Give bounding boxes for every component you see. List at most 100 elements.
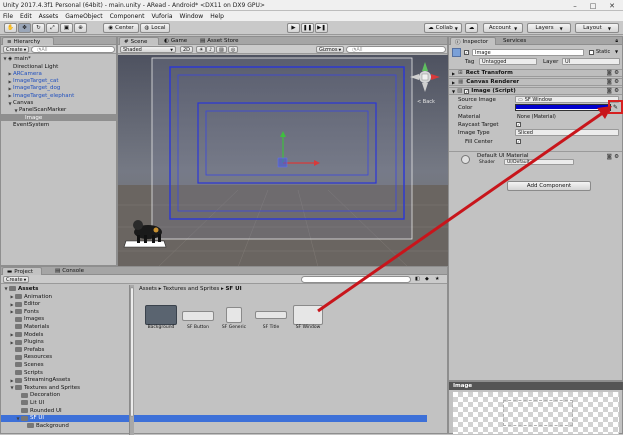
- hidden-objects-toggle[interactable]: ◎: [228, 46, 239, 53]
- scene-search-input[interactable]: ◔All: [346, 46, 446, 53]
- project-create-button[interactable]: Create ▼: [3, 276, 30, 283]
- hand-tool-button[interactable]: ✋: [4, 23, 17, 33]
- filter-label-icon[interactable]: ◆: [425, 276, 429, 282]
- layers-dropdown[interactable]: Layers ▼: [527, 23, 571, 33]
- tree-scrollbar-thumb[interactable]: [130, 287, 134, 417]
- image-type-dropdown[interactable]: Sliced: [515, 129, 619, 136]
- static-checkbox[interactable]: [589, 50, 594, 55]
- layout-dropdown[interactable]: Layout ▼: [575, 23, 619, 33]
- gear-icon[interactable]: ⚙: [614, 79, 619, 85]
- folder-tree-item[interactable]: Lit UI: [1, 399, 427, 406]
- pivot-center-toggle[interactable]: ◉ Center: [103, 23, 139, 33]
- rect-transform-header[interactable]: ▶ ⊞ Rect Transform ◙ ⚙: [449, 69, 622, 77]
- folder-tree-item[interactable]: ▼ Textures and Sprites: [1, 384, 427, 391]
- menu-gameobject[interactable]: GameObject: [65, 13, 102, 20]
- hierarchy-item[interactable]: Image: [1, 114, 116, 122]
- help-icon[interactable]: ◙: [607, 79, 612, 85]
- material-asset-header[interactable]: Default UI Material Shader UI/Default ◙ ⚙: [449, 151, 622, 165]
- canvas-renderer-header[interactable]: ▶ ▦ Canvas Renderer ◙ ⚙: [449, 78, 622, 86]
- help-icon[interactable]: ◙: [607, 154, 612, 160]
- help-icon[interactable]: ◙: [607, 70, 612, 76]
- tab-scene[interactable]: # Scene: [119, 37, 159, 45]
- tab-inspector[interactable]: ⓘ Inspector: [450, 37, 496, 46]
- object-name-field[interactable]: Image: [472, 49, 584, 56]
- color-swatch[interactable]: [515, 104, 611, 111]
- hierarchy-search-input[interactable]: ◔All: [31, 46, 115, 53]
- hierarchy-item[interactable]: ▶ ImageTarget_cat: [1, 78, 116, 85]
- gear-icon[interactable]: ⚙: [614, 88, 619, 94]
- tag-dropdown[interactable]: Untagged: [479, 58, 537, 65]
- audio-toggle[interactable]: ♪: [206, 46, 216, 53]
- folder-tree-item[interactable]: ▼ SF UI: [1, 414, 427, 422]
- folder-tree-item[interactable]: Scenes: [1, 361, 427, 368]
- hierarchy-item[interactable]: ▶ ImageTarget_elephant: [1, 92, 116, 99]
- folder-tree-item[interactable]: Scripts: [1, 369, 427, 376]
- raycast-checkbox[interactable]: ✓: [516, 122, 521, 127]
- minimize-button[interactable]: –: [568, 1, 582, 10]
- folder-tree-item[interactable]: Resources: [1, 354, 427, 361]
- active-checkbox[interactable]: ✓: [464, 50, 469, 55]
- breadcrumb-assets[interactable]: Assets: [139, 286, 157, 292]
- source-image-field[interactable]: ▭ SF Window: [515, 96, 619, 103]
- pause-button[interactable]: ❚❚: [301, 23, 314, 33]
- rotate-tool-button[interactable]: ↻: [32, 23, 45, 33]
- lighting-toggle[interactable]: ☀: [196, 46, 207, 53]
- hierarchy-item[interactable]: ▼ PanelScanMarker: [1, 107, 116, 114]
- folder-tree-item[interactable]: Rounded UI: [1, 407, 427, 414]
- fill-center-checkbox[interactable]: ✓: [516, 139, 521, 144]
- project-search-input[interactable]: [301, 276, 411, 283]
- account-dropdown[interactable]: Account ▼: [483, 23, 523, 33]
- help-icon[interactable]: ◙: [607, 88, 612, 94]
- breadcrumb-textures[interactable]: Textures and Sprites: [163, 286, 219, 292]
- layer-dropdown[interactable]: UI: [562, 58, 620, 65]
- hierarchy-item[interactable]: EventSystem: [1, 121, 116, 128]
- menu-file[interactable]: File: [3, 13, 13, 20]
- shading-mode-dropdown[interactable]: Shaded ▼: [120, 46, 176, 53]
- step-button[interactable]: ▶❚: [315, 23, 328, 33]
- menu-help[interactable]: Help: [210, 13, 224, 20]
- shader-dropdown[interactable]: UI/Default: [504, 159, 574, 165]
- cloud-services-button[interactable]: ☁: [465, 23, 478, 33]
- lock-icon[interactable]: 🔒︎: [615, 38, 618, 44]
- gear-icon[interactable]: ⚙: [614, 70, 619, 76]
- menu-vuforia[interactable]: Vuforia: [151, 13, 172, 20]
- scene-viewport[interactable]: [118, 55, 449, 267]
- menu-edit[interactable]: Edit: [20, 13, 32, 20]
- effects-toggle[interactable]: ▨: [216, 46, 227, 53]
- move-tool-button[interactable]: ✥: [18, 23, 31, 33]
- 2d-toggle[interactable]: 2D: [180, 46, 194, 53]
- asset-sf-window[interactable]: SF Window: [290, 305, 326, 330]
- star-icon[interactable]: ★: [435, 276, 439, 282]
- material-field[interactable]: None (Material): [515, 113, 619, 120]
- menu-component[interactable]: Component: [110, 13, 145, 20]
- asset-sf-button[interactable]: SF Button: [180, 305, 216, 330]
- add-component-button[interactable]: Add Component: [507, 181, 591, 191]
- hierarchy-item[interactable]: ▼ Canvas: [1, 100, 116, 107]
- asset-background-folder[interactable]: Background: [143, 305, 179, 330]
- menu-assets[interactable]: Assets: [39, 13, 59, 20]
- chevron-down-icon[interactable]: ▼: [615, 49, 618, 54]
- folder-tree-item[interactable]: ▶ Animation: [1, 293, 427, 300]
- folder-tree-item[interactable]: Prefabs: [1, 346, 427, 353]
- transform-tool-button[interactable]: ⊕: [74, 23, 87, 33]
- gizmos-dropdown[interactable]: Gizmos ▼: [316, 46, 345, 53]
- folder-tree-item[interactable]: ▶ StreamingAssets: [1, 377, 427, 384]
- asset-sf-generic[interactable]: SF Generic: [216, 305, 252, 330]
- hierarchy-item[interactable]: Directional Light: [1, 63, 116, 70]
- maximize-button[interactable]: □: [586, 1, 600, 10]
- tree-scrollbar[interactable]: [129, 285, 134, 435]
- close-button[interactable]: ✕: [605, 1, 619, 10]
- folder-tree-item[interactable]: ▶ Models: [1, 331, 427, 338]
- hierarchy-item[interactable]: ▶ ARCamera: [1, 70, 116, 77]
- image-script-header[interactable]: ▼ ▨ ✓ Image (Script) ◙ ⚙: [449, 87, 622, 95]
- scene-row[interactable]: ▼ ◈ main*: [1, 55, 116, 62]
- gear-icon[interactable]: ⚙: [614, 154, 619, 160]
- folder-tree-item[interactable]: ▶ Plugins: [1, 339, 427, 346]
- collab-dropdown[interactable]: ☁ Collab ▼: [424, 23, 462, 33]
- play-button[interactable]: ▶: [287, 23, 300, 33]
- tab-asset-store[interactable]: ▤ Asset Store: [196, 37, 254, 45]
- tab-hierarchy[interactable]: ≡ Hierarchy: [2, 37, 54, 45]
- folder-tree-item[interactable]: Decoration: [1, 392, 427, 399]
- rect-tool-button[interactable]: ▣: [60, 23, 73, 33]
- hierarchy-create-button[interactable]: Create ▼: [3, 46, 30, 53]
